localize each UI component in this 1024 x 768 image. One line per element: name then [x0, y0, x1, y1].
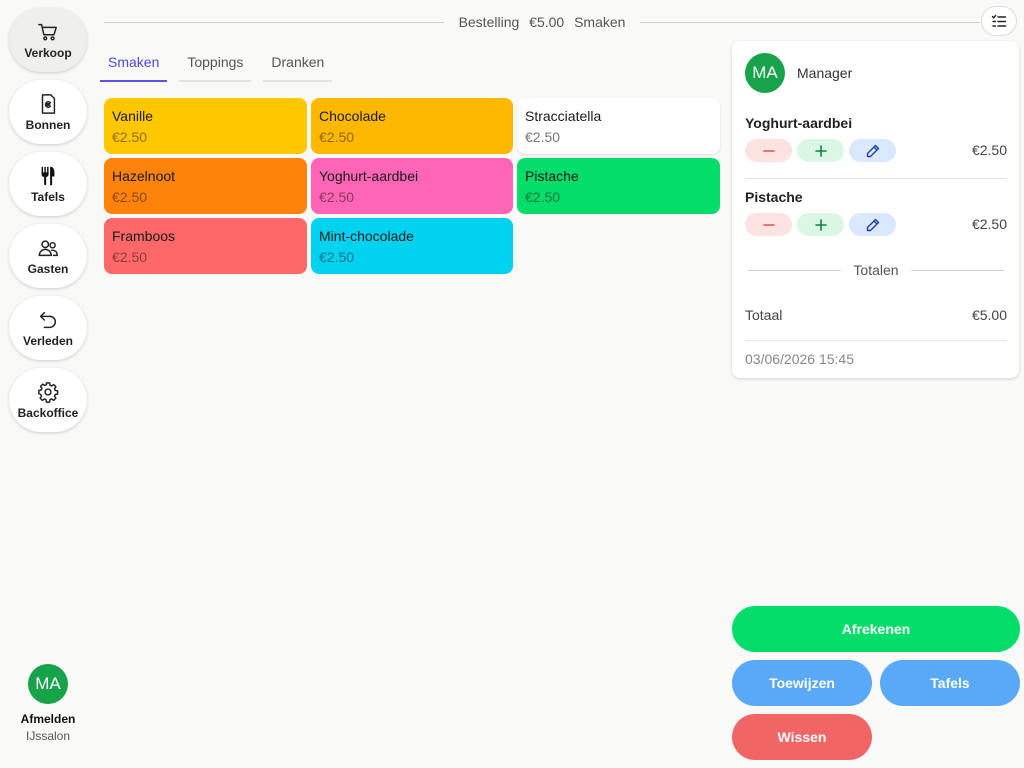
product-name: Mint-chocolade — [319, 228, 414, 244]
product-price: €2.50 — [112, 129, 148, 145]
divider — [745, 178, 1007, 179]
product-price: €2.50 — [319, 249, 355, 265]
order-line: Yoghurt-aardbei €2.50 — [745, 115, 1007, 162]
divider — [745, 340, 1007, 341]
edit-button[interactable] — [849, 139, 896, 162]
totals-heading-label: Totalen — [853, 262, 899, 278]
undo-icon — [39, 311, 56, 328]
product-price: €2.50 — [319, 129, 355, 145]
product-tile[interactable]: Pistache €2.50 — [517, 158, 720, 214]
product-tile[interactable]: Vanille €2.50 — [104, 98, 307, 154]
nav-bonnen[interactable]: Bonnen — [9, 80, 87, 144]
total-row: Totaal €5.00 — [745, 307, 1007, 323]
tab-toppings[interactable]: Toppings — [179, 50, 252, 82]
plus-icon — [814, 218, 827, 231]
order-summary: Bestelling €5.00 Smaken — [444, 14, 641, 30]
order-summary-bar: Bestelling €5.00 Smaken — [104, 12, 981, 32]
category-tabs: Smaken Toppings Dranken — [100, 50, 333, 82]
order-line-name: Yoghurt-aardbei — [745, 115, 853, 131]
divider — [910, 269, 1004, 271]
product-name: Vanille — [112, 108, 153, 124]
totals-heading: Totalen — [748, 262, 1004, 278]
nav-backoffice[interactable]: Backoffice — [9, 368, 87, 432]
product-price: €2.50 — [525, 189, 561, 205]
logout-button[interactable]: Afmelden — [0, 712, 96, 726]
list-check-icon — [991, 14, 1007, 27]
nav-label: Gasten — [27, 261, 69, 276]
clear-button[interactable]: Wissen — [732, 714, 872, 760]
order-line: Pistache €2.50 — [745, 189, 1007, 236]
divider — [748, 269, 842, 271]
total-label: Totaal — [745, 307, 783, 323]
divider — [104, 21, 444, 23]
shop-name: IJssalon — [25, 729, 71, 743]
product-name: Chocolade — [319, 108, 386, 124]
nav-tafels[interactable]: Tafels — [9, 152, 87, 216]
total-value: €5.00 — [971, 307, 1007, 323]
user-name: Manager — [797, 65, 853, 81]
product-price: €2.50 — [319, 189, 355, 205]
user-avatar: MA — [745, 53, 785, 93]
order-list-button[interactable] — [981, 6, 1017, 36]
edit-button[interactable] — [849, 213, 896, 236]
nav-label: Verkoop — [24, 45, 72, 60]
order-category: Smaken — [574, 14, 626, 30]
order-amount: €5.00 — [529, 14, 565, 30]
nav-gasten[interactable]: Gasten — [9, 224, 87, 288]
nav-label: Bonnen — [25, 117, 71, 132]
product-price: €2.50 — [112, 249, 148, 265]
order-timestamp: 03/06/2026 15:45 — [745, 351, 854, 367]
nav-verleden[interactable]: Verleden — [9, 296, 87, 360]
product-name: Stracciatella — [525, 108, 602, 124]
decrease-button[interactable] — [745, 139, 792, 162]
nav-label: Backoffice — [17, 405, 79, 420]
checkout-button[interactable]: Afrekenen — [732, 606, 1020, 652]
product-tile[interactable]: Stracciatella €2.50 — [517, 98, 720, 154]
product-grid: Vanille €2.50 Chocolade €2.50 Stracciatell… — [104, 98, 720, 274]
order-line-name: Pistache — [745, 189, 803, 205]
increase-button[interactable] — [797, 213, 844, 236]
tab-smaken[interactable]: Smaken — [100, 50, 168, 82]
product-tile[interactable]: Yoghurt-aardbei €2.50 — [311, 158, 513, 214]
order-line-controls — [745, 139, 1007, 162]
order-line-price: €2.50 — [971, 142, 1007, 158]
user-avatar[interactable]: MA — [28, 664, 68, 704]
nav-verkoop[interactable]: Verkoop — [9, 8, 87, 72]
divider — [640, 21, 981, 23]
product-name: Hazelnoot — [112, 168, 176, 184]
gear-icon — [38, 381, 59, 403]
minus-icon — [762, 149, 775, 152]
nav-label: Verleden — [22, 333, 74, 348]
product-tile[interactable]: Framboos €2.50 — [104, 218, 307, 274]
pencil-icon — [866, 218, 879, 231]
product-price: €2.50 — [525, 129, 561, 145]
product-name: Pistache — [525, 168, 579, 184]
order-panel: MA Manager Yoghurt-aardbei €2.50 Pistach… — [732, 41, 1019, 378]
tables-button[interactable]: Tafels — [880, 660, 1020, 706]
nav-label: Tafels — [31, 189, 65, 204]
users-icon — [38, 239, 58, 256]
plus-icon — [814, 144, 827, 157]
product-tile[interactable]: Mint-chocolade €2.50 — [311, 218, 513, 274]
product-name: Yoghurt-aardbei — [319, 168, 419, 184]
order-line-price: €2.50 — [971, 216, 1007, 232]
sidebar: Verkoop Bonnen Tafels Gasten Verleden Ba… — [0, 0, 96, 768]
receipt-euro-icon — [41, 93, 56, 114]
decrease-button[interactable] — [745, 213, 792, 236]
product-price: €2.50 — [112, 189, 148, 205]
utensils-icon — [41, 166, 55, 185]
minus-icon — [762, 223, 775, 226]
increase-button[interactable] — [797, 139, 844, 162]
cart-icon — [38, 23, 57, 41]
tab-dranken[interactable]: Dranken — [263, 50, 333, 82]
order-line-controls — [745, 213, 1007, 236]
assign-button[interactable]: Toewijzen — [732, 660, 872, 706]
product-name: Framboos — [112, 228, 176, 244]
pencil-icon — [866, 144, 879, 157]
order-label: Bestelling — [458, 14, 520, 30]
product-tile[interactable]: Chocolade €2.50 — [311, 98, 513, 154]
product-tile[interactable]: Hazelnoot €2.50 — [104, 158, 307, 214]
